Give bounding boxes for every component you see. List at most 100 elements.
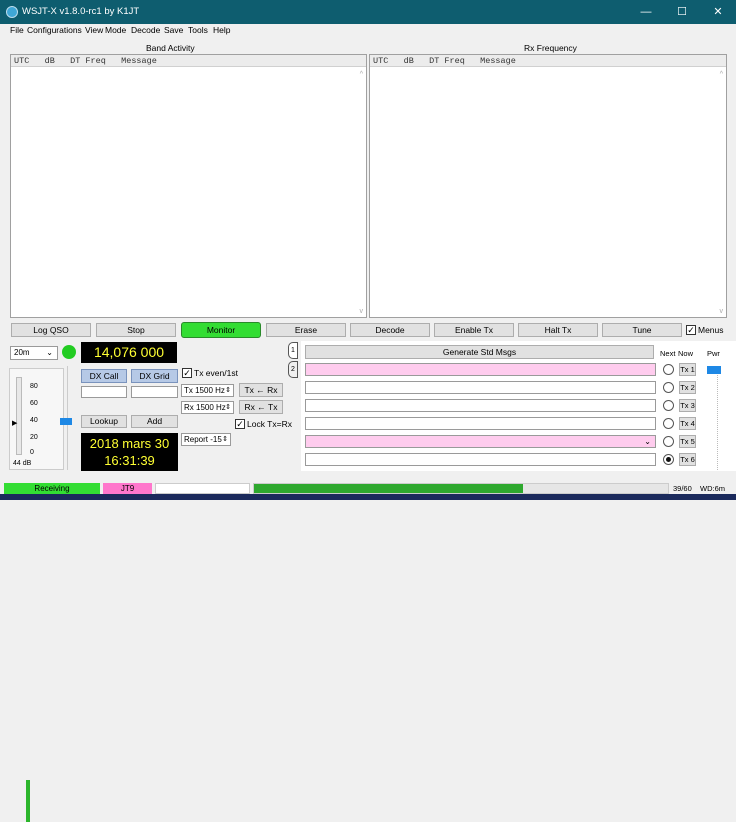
menu-mode[interactable]: Mode xyxy=(105,25,126,35)
tune-button[interactable]: Tune xyxy=(602,323,682,337)
tx2-message-input[interactable] xyxy=(305,381,656,394)
meter-track xyxy=(16,377,22,455)
band-activity-title: Band Activity xyxy=(146,43,195,53)
close-button[interactable]: ✕ xyxy=(700,0,736,24)
menus-checkbox[interactable]: ✓ xyxy=(686,325,696,335)
report-value: Report -15 xyxy=(184,435,222,444)
progress-text: 39/60 xyxy=(673,484,692,493)
band-activity-list[interactable]: UTC dB DT Freq Message ^ v xyxy=(10,54,367,318)
log-qso-button[interactable]: Log QSO xyxy=(11,323,91,337)
generate-std-msgs-button[interactable]: Generate Std Msgs xyxy=(305,345,654,359)
menu-view[interactable]: View xyxy=(85,25,103,35)
meter-tick: 40 xyxy=(30,417,38,424)
tx5-now-button[interactable]: Tx 5 xyxy=(679,435,696,448)
tx6-now-button[interactable]: Tx 6 xyxy=(679,453,696,466)
pwr-label: Pwr xyxy=(707,349,720,358)
band-select-value: 20m xyxy=(14,348,30,357)
rx-slider-handle[interactable] xyxy=(60,418,72,425)
menu-configurations[interactable]: Configurations xyxy=(27,25,82,35)
tx1-now-button[interactable]: Tx 1 xyxy=(679,363,696,376)
spin-arrows-icon[interactable]: ⇕ xyxy=(225,385,231,396)
halt-tx-button[interactable]: Halt Tx xyxy=(518,323,598,337)
dx-call-button[interactable]: DX Call xyxy=(81,369,127,383)
menu-help[interactable]: Help xyxy=(213,25,230,35)
tx-freq-value: Tx 1500 Hz xyxy=(184,386,225,395)
frequency-display: 14,076 000 xyxy=(81,342,177,363)
spin-arrows-icon[interactable]: ⇕ xyxy=(225,402,231,413)
tx-freq-spinbox[interactable]: Tx 1500 Hz ⇕ xyxy=(181,384,234,397)
receiving-status: Receiving xyxy=(4,483,100,494)
tx-from-rx-button[interactable]: Tx ← Rx xyxy=(239,383,283,397)
menu-file[interactable]: File xyxy=(10,25,24,35)
meter-tick: 80 xyxy=(30,383,38,390)
next-label: Next xyxy=(660,349,676,358)
app-icon xyxy=(6,6,18,18)
lock-tx-rx-checkbox[interactable]: ✓ xyxy=(235,419,245,429)
tx6-next-radio[interactable] xyxy=(663,454,674,465)
rx-freq-spinbox[interactable]: Rx 1500 Hz ⇕ xyxy=(181,401,234,414)
dx-grid-input[interactable] xyxy=(131,386,178,398)
rx-frequency-list[interactable]: UTC dB DT Freq Message ^ v xyxy=(369,54,727,318)
window-title: WSJT-X v1.8.0-rc1 by K1JT xyxy=(22,6,140,17)
tx4-message-input[interactable] xyxy=(305,417,656,430)
tx5-message-select[interactable]: ⌄ xyxy=(305,435,656,448)
lookup-button[interactable]: Lookup xyxy=(81,415,127,428)
monitor-button[interactable]: Monitor xyxy=(181,322,261,338)
pwr-slider-track[interactable] xyxy=(717,366,718,470)
band-select[interactable]: 20m ⌄ xyxy=(10,346,58,360)
scroll-up-icon[interactable]: ^ xyxy=(360,71,363,78)
tx1-message-input[interactable] xyxy=(305,363,656,376)
tab-2[interactable]: 2 xyxy=(288,361,298,378)
tx5-next-radio[interactable] xyxy=(663,436,674,447)
menu-tools[interactable]: Tools xyxy=(188,25,208,35)
menus-label: Menus xyxy=(698,325,724,335)
meter-fill xyxy=(26,780,30,822)
status-indicator xyxy=(62,345,76,359)
pwr-slider-handle[interactable] xyxy=(707,366,721,374)
scroll-down-icon[interactable]: v xyxy=(360,308,364,315)
minimize-button[interactable]: — xyxy=(628,0,664,24)
maximize-button[interactable]: ☐ xyxy=(664,0,700,24)
tx3-message-input[interactable] xyxy=(305,399,656,412)
dx-grid-button[interactable]: DX Grid xyxy=(131,369,178,383)
status-empty-field xyxy=(155,483,250,494)
add-button[interactable]: Add xyxy=(131,415,178,428)
meter-tick: 0 xyxy=(30,449,34,456)
tx2-now-button[interactable]: Tx 2 xyxy=(679,381,696,394)
signal-meter: 80 60 40 20 0 ▶ 44 dB xyxy=(9,368,64,822)
erase-button[interactable]: Erase xyxy=(266,323,346,337)
tab-1[interactable]: 1 xyxy=(288,342,298,359)
scroll-up-icon[interactable]: ^ xyxy=(720,71,723,78)
tx4-next-radio[interactable] xyxy=(663,418,674,429)
scroll-down-icon[interactable]: v xyxy=(720,308,724,315)
chevron-down-icon: ⌄ xyxy=(46,348,53,357)
meter-tick: 20 xyxy=(30,434,38,441)
now-label: Now xyxy=(678,349,694,358)
tr-period-progress xyxy=(253,483,669,494)
menu-bar: File Configurations View Mode Decode Sav… xyxy=(0,24,736,37)
tx6-message-input[interactable] xyxy=(305,453,656,466)
report-spinbox[interactable]: Report -15 ⇕ xyxy=(181,433,231,446)
tx2-next-radio[interactable] xyxy=(663,382,674,393)
dx-call-input[interactable] xyxy=(81,386,127,398)
rx-from-tx-button[interactable]: Rx ← Tx xyxy=(239,400,283,414)
tx3-now-button[interactable]: Tx 3 xyxy=(679,399,696,412)
menu-save[interactable]: Save xyxy=(164,25,183,35)
spin-arrows-icon[interactable]: ⇕ xyxy=(222,434,228,445)
band-activity-header: UTC dB DT Freq Message xyxy=(11,55,366,67)
stop-button[interactable]: Stop xyxy=(96,323,176,337)
decode-button[interactable]: Decode xyxy=(350,323,430,337)
meter-tick: 60 xyxy=(30,400,38,407)
tx3-next-radio[interactable] xyxy=(663,400,674,411)
wd-status: WD:6m xyxy=(700,484,725,493)
tx4-now-button[interactable]: Tx 4 xyxy=(679,417,696,430)
tr-period-progress-fill xyxy=(254,484,524,493)
radio-dot-icon xyxy=(666,457,671,462)
clock-time: 16:31:39 xyxy=(104,453,155,468)
tx1-next-radio[interactable] xyxy=(663,364,674,375)
title-bar[interactable]: WSJT-X v1.8.0-rc1 by K1JT — ☐ ✕ xyxy=(0,0,736,24)
enable-tx-button[interactable]: Enable Tx xyxy=(434,323,514,337)
menu-decode[interactable]: Decode xyxy=(131,25,160,35)
chevron-down-icon: ⌄ xyxy=(644,437,651,446)
tx-even-checkbox[interactable]: ✓ xyxy=(182,368,192,378)
